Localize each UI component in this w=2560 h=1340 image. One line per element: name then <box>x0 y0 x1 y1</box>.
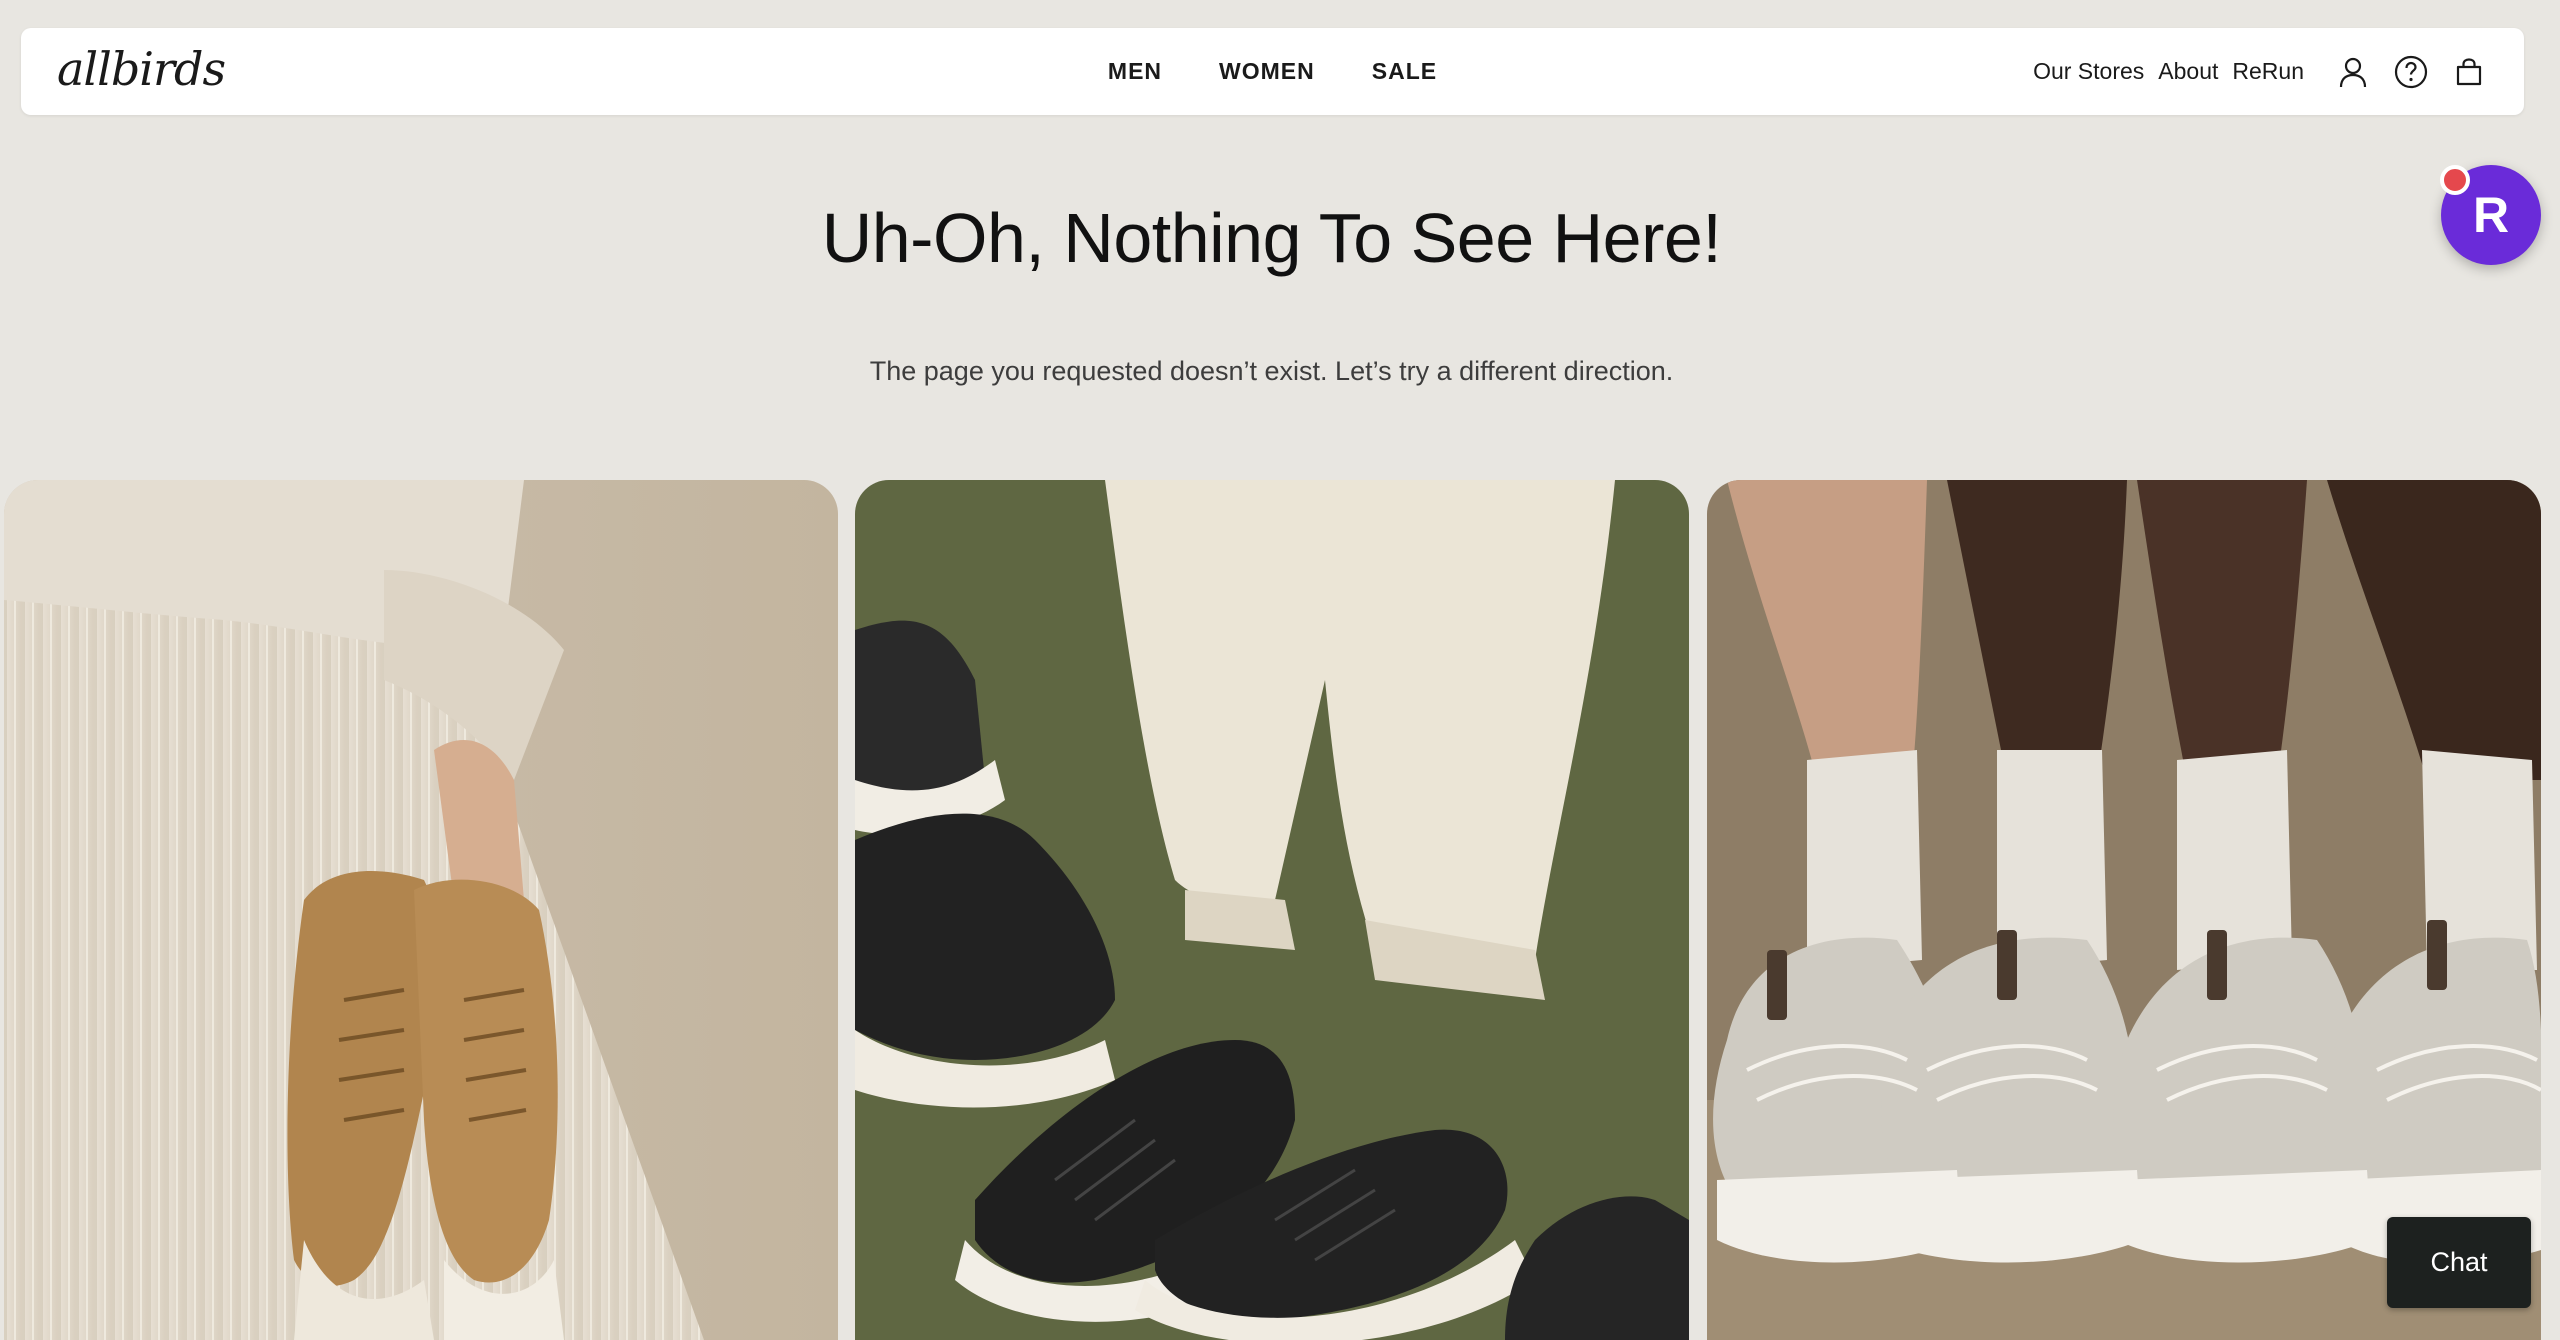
notification-dot <box>2440 165 2470 195</box>
nav-men[interactable]: MEN <box>1108 58 1162 85</box>
site-header: allbirds MEN WOMEN SALE Our Stores About… <box>21 28 2524 115</box>
nav-women[interactable]: WOMEN <box>1219 58 1315 85</box>
page-title: Uh-Oh, Nothing To See Here! <box>821 199 1722 277</box>
about-link[interactable]: About <box>2158 58 2218 85</box>
utility-nav: Our Stores About ReRun <box>2033 28 2488 115</box>
our-stores-link[interactable]: Our Stores <box>2033 58 2144 85</box>
white-runners-with-socks-image[interactable] <box>1707 480 2541 1340</box>
cart-icon[interactable] <box>2450 53 2488 91</box>
help-icon[interactable] <box>2392 53 2430 91</box>
account-icon[interactable] <box>2334 53 2372 91</box>
page-subtitle: The page you requested doesn’t exist. Le… <box>869 356 1674 386</box>
brand-logo[interactable]: allbirds <box>57 42 226 96</box>
chat-button[interactable]: Chat <box>2387 1217 2531 1308</box>
woman-holding-tan-sneakers-image[interactable] <box>4 480 838 1340</box>
black-sneakers-on-green-image[interactable] <box>855 480 1689 1340</box>
nav-sale[interactable]: SALE <box>1372 58 1437 85</box>
rerun-link[interactable]: ReRun <box>2232 58 2304 85</box>
rerun-badge-letter: R <box>2472 187 2510 243</box>
